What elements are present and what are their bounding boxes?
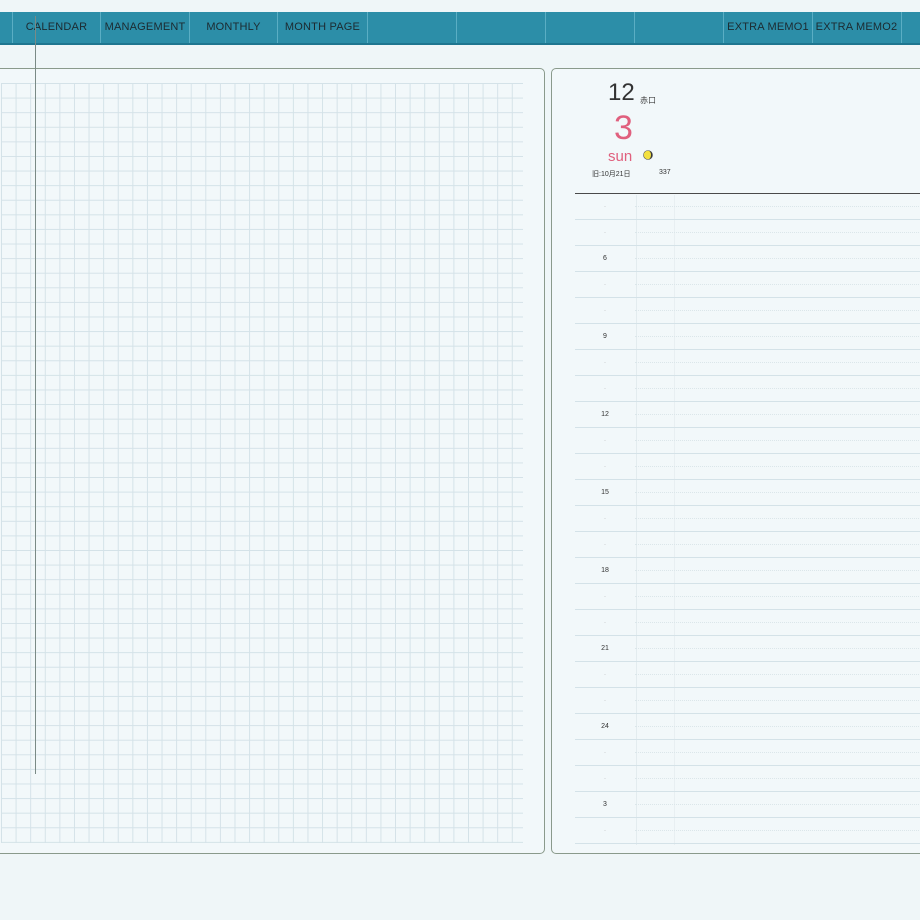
tab-blank-6[interactable] [457, 12, 546, 43]
schedule-row[interactable]: · [575, 584, 920, 610]
schedule-row[interactable]: · [575, 376, 920, 402]
hour-dot: · [604, 542, 606, 548]
hour-dot: · [604, 360, 606, 366]
tab-blank-0[interactable] [0, 12, 13, 43]
tab-blank-10[interactable] [902, 12, 920, 43]
tab-bar: CALENDAR MANAGEMENT MONTHLY MONTH PAGE E… [0, 12, 920, 45]
half-hour-line [635, 284, 920, 286]
schedule-row[interactable]: 9 [575, 324, 920, 350]
tab-calendar[interactable]: CALENDAR [13, 12, 101, 43]
tab-monthly[interactable]: MONTHLY [190, 12, 278, 43]
schedule-row[interactable]: · [575, 220, 920, 246]
tab-extra-memo1[interactable]: EXTRA MEMO1 [723, 12, 813, 43]
half-hour-line [635, 700, 920, 702]
half-hour-line [635, 414, 920, 416]
hour-dot: · [604, 750, 606, 756]
schedule-row[interactable]: 6 [575, 246, 920, 272]
half-hour-line [635, 336, 920, 338]
hour-dot: · [604, 308, 606, 314]
hour-dot: · [604, 204, 606, 210]
lunar-date: 旧:10月21日 [592, 171, 631, 178]
half-hour-line [635, 518, 920, 520]
day-of-year: 337 [659, 169, 671, 176]
half-hour-line [635, 726, 920, 728]
schedule-row[interactable]: 24 [575, 714, 920, 740]
day-page: 12 赤口 3 sun 旧:10月21日 337 · · 6 · · 9 · · 12 · · 15 ·… [551, 68, 920, 854]
hour-dot: · [604, 698, 606, 704]
hour-dot: · [604, 386, 606, 392]
half-hour-line [635, 388, 920, 390]
schedule-row[interactable]: · [575, 428, 920, 454]
hour-label: 9 [603, 333, 607, 340]
hour-dot: · [604, 828, 606, 834]
day-number: 3 [614, 109, 633, 147]
half-hour-line [635, 544, 920, 546]
half-hour-line [635, 492, 920, 494]
weekday-label: sun [608, 148, 633, 165]
hour-dot: · [604, 516, 606, 522]
schedule-row[interactable]: · [575, 454, 920, 480]
schedule-row[interactable]: · [575, 610, 920, 636]
hour-dot: · [604, 230, 606, 236]
hour-label: 12 [601, 411, 609, 418]
schedule-row[interactable]: · [575, 298, 920, 324]
half-hour-line [635, 310, 920, 312]
rokuyo-label: 赤口 [640, 96, 656, 105]
hour-dot: · [604, 464, 606, 470]
half-hour-line [635, 570, 920, 572]
schedule-row[interactable]: 15 [575, 480, 920, 506]
half-hour-line [635, 440, 920, 442]
half-hour-line [635, 466, 920, 468]
tab-blank-5[interactable] [368, 12, 457, 43]
schedule-row[interactable]: 12 [575, 402, 920, 428]
hour-dot: · [604, 620, 606, 626]
half-hour-line [635, 752, 920, 754]
schedule-row[interactable]: · [575, 662, 920, 688]
schedule-row[interactable]: · [575, 350, 920, 376]
schedule-row[interactable]: · [575, 740, 920, 766]
half-hour-line [635, 622, 920, 624]
half-hour-line [635, 258, 920, 260]
hour-label: 15 [601, 489, 609, 496]
notes-page [0, 68, 545, 854]
tab-blank-7[interactable] [546, 12, 635, 43]
half-hour-line [635, 232, 920, 234]
schedule-row[interactable]: · [575, 272, 920, 298]
month-number: 12 [608, 79, 635, 106]
hour-dot: · [604, 776, 606, 782]
margin-line [35, 16, 36, 774]
half-hour-line [635, 362, 920, 364]
tab-management[interactable]: MANAGEMENT [101, 12, 190, 43]
moon-phase-icon [643, 150, 653, 160]
half-hour-line [635, 596, 920, 598]
schedule-row[interactable]: · [575, 818, 920, 844]
schedule-row[interactable]: · [575, 194, 920, 220]
half-hour-line [635, 804, 920, 806]
half-hour-line [635, 830, 920, 832]
half-hour-line [635, 778, 920, 780]
hour-label: 18 [601, 567, 609, 574]
half-hour-line [635, 648, 920, 650]
hour-dot: · [604, 672, 606, 678]
schedule-row[interactable]: 18 [575, 558, 920, 584]
hour-label: 3 [603, 801, 607, 808]
half-hour-line [635, 206, 920, 208]
hour-label: 24 [601, 723, 609, 730]
hour-dot: · [604, 282, 606, 288]
schedule-row[interactable]: · [575, 506, 920, 532]
tab-extra-memo2[interactable]: EXTRA MEMO2 [812, 12, 902, 43]
schedule-row[interactable]: · [575, 766, 920, 792]
schedule-row[interactable]: · [575, 532, 920, 558]
grid-writing-area[interactable] [1, 83, 523, 843]
hour-label: 6 [603, 255, 607, 262]
schedule-row[interactable]: · [575, 688, 920, 714]
hour-label: 21 [601, 645, 609, 652]
hour-dot: · [604, 594, 606, 600]
hour-dot: · [604, 438, 606, 444]
tab-month-page[interactable]: MONTH PAGE [278, 12, 368, 43]
schedule-row[interactable]: 21 [575, 636, 920, 662]
schedule-row[interactable]: 3 [575, 792, 920, 818]
half-hour-line [635, 674, 920, 676]
